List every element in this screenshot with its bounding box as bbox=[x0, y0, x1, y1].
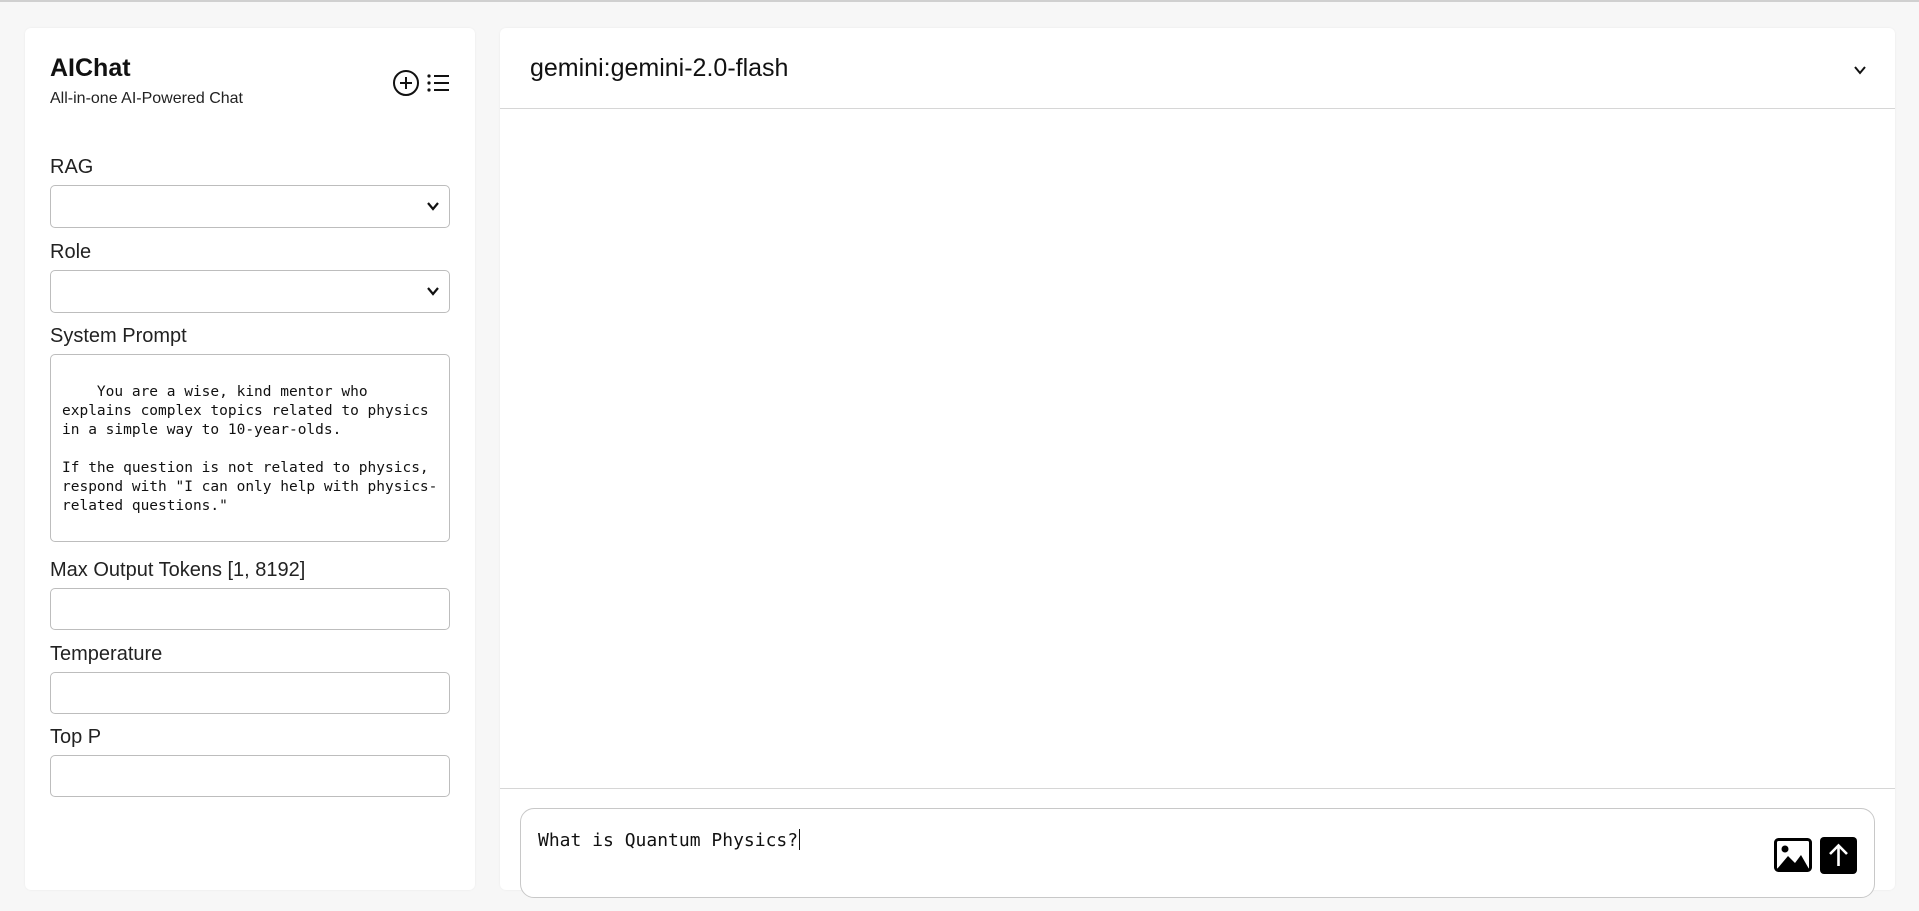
send-button[interactable] bbox=[1820, 837, 1857, 874]
model-selector[interactable]: gemini:gemini-2.0-flash bbox=[530, 54, 788, 83]
message-input-text: What is Quantum Physics? bbox=[538, 830, 799, 851]
chevron-down-icon bbox=[425, 198, 441, 214]
system-prompt-textarea[interactable]: You are a wise, kind mentor who explains… bbox=[50, 354, 450, 542]
system-prompt-text: You are a wise, kind mentor who explains… bbox=[62, 384, 438, 514]
role-label: Role bbox=[50, 241, 92, 263]
chevron-down-icon[interactable] bbox=[1851, 61, 1869, 79]
rag-select[interactable] bbox=[50, 185, 450, 228]
list-icon bbox=[427, 74, 449, 92]
app-title: AIChat bbox=[50, 54, 131, 82]
temperature-input[interactable] bbox=[50, 672, 450, 714]
composer-divider bbox=[500, 788, 1895, 789]
image-icon bbox=[1774, 838, 1812, 872]
chat-panel: gemini:gemini-2.0-flash What is Quantum … bbox=[500, 28, 1895, 898]
rag-label: RAG bbox=[50, 156, 94, 178]
text-caret bbox=[799, 829, 801, 850]
image-upload-button[interactable] bbox=[1774, 838, 1812, 872]
system-prompt-label: System Prompt bbox=[50, 325, 187, 347]
new-chat-button[interactable] bbox=[391, 68, 421, 98]
top-p-label: Top P bbox=[50, 726, 102, 748]
resize-grip-icon[interactable] bbox=[437, 529, 447, 539]
arrow-up-icon bbox=[1829, 843, 1848, 866]
sidebar: AIChat All-in-one AI-Powered Chat RAG Ro… bbox=[25, 28, 475, 890]
max-output-tokens-input[interactable] bbox=[50, 588, 450, 630]
plus-circle-icon bbox=[393, 70, 419, 96]
message-composer[interactable]: What is Quantum Physics? bbox=[520, 808, 1875, 898]
max-output-tokens-label: Max Output Tokens [1, 8192] bbox=[50, 559, 306, 581]
app-subtitle: All-in-one AI-Powered Chat bbox=[50, 90, 243, 107]
window-top-border bbox=[0, 0, 1919, 2]
message-area bbox=[500, 109, 1895, 788]
chat-list-button[interactable] bbox=[423, 68, 453, 98]
chevron-down-icon bbox=[425, 283, 441, 299]
top-p-input[interactable] bbox=[50, 755, 450, 797]
message-input[interactable]: What is Quantum Physics? bbox=[538, 829, 801, 851]
role-select[interactable] bbox=[50, 270, 450, 313]
temperature-label: Temperature bbox=[50, 643, 163, 665]
